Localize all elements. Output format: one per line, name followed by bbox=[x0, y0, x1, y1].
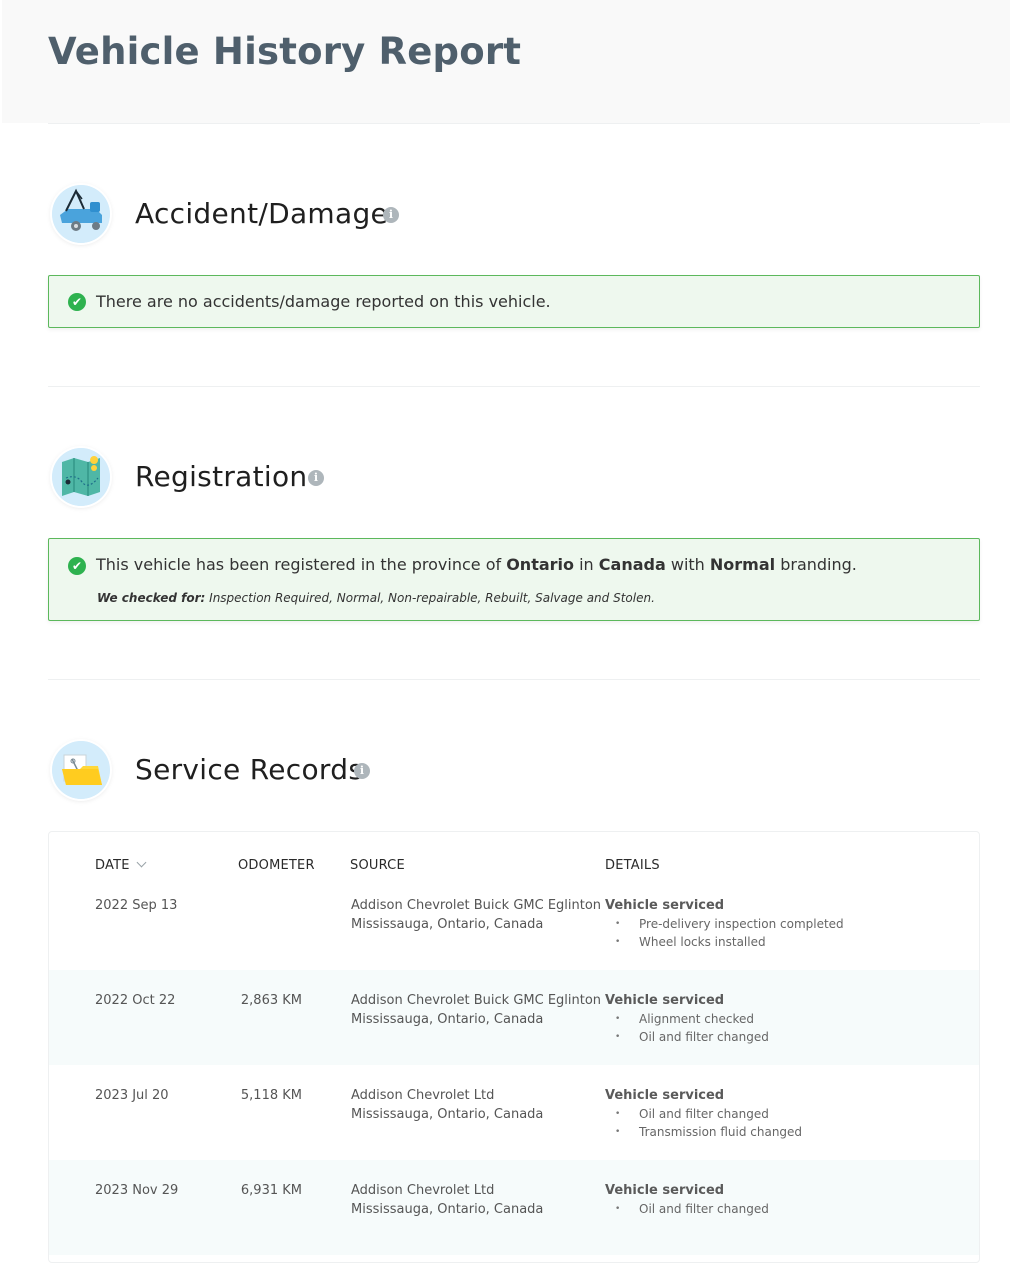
section-title-service: Service Records bbox=[135, 753, 364, 786]
registration-message: This vehicle has been registered in the … bbox=[96, 555, 857, 574]
check-circle-icon: ✔ bbox=[68, 557, 86, 575]
record-source: Addison Chevrolet Buick GMC Eglinton Mis… bbox=[351, 991, 601, 1029]
source-location: Mississauga, Ontario, Canada bbox=[351, 1012, 544, 1027]
table-row: 2022 Oct 22 2,863 KM Addison Chevrolet B… bbox=[49, 970, 979, 1065]
country: Canada bbox=[598, 555, 666, 574]
divider bbox=[48, 679, 980, 680]
accident-message: There are no accidents/damage reported o… bbox=[96, 292, 551, 311]
column-header-date[interactable]: DATE bbox=[95, 857, 147, 873]
column-header-details: DETAILS bbox=[605, 858, 660, 873]
branding: Normal bbox=[709, 555, 776, 574]
folder-icon bbox=[52, 741, 110, 799]
registration-notice: ✔ This vehicle has been registered in th… bbox=[48, 538, 980, 621]
detail-item: Alignment checked bbox=[605, 1010, 769, 1028]
details-title: Vehicle serviced bbox=[605, 993, 725, 1008]
record-details: Vehicle serviced Pre-delivery inspection… bbox=[605, 896, 844, 951]
details-title: Vehicle serviced bbox=[605, 1183, 725, 1198]
chevron-down-icon[interactable] bbox=[136, 857, 147, 868]
page-header: Vehicle History Report bbox=[2, 0, 1010, 123]
divider bbox=[48, 386, 980, 387]
record-date: 2023 Nov 29 bbox=[95, 1183, 179, 1198]
table-row: 2022 Sep 13 Addison Chevrolet Buick GMC … bbox=[49, 880, 979, 975]
record-odometer: 5,118 KM bbox=[240, 1088, 302, 1103]
source-name: Addison Chevrolet Ltd bbox=[351, 1183, 495, 1198]
details-title: Vehicle serviced bbox=[605, 898, 725, 913]
info-icon[interactable]: i bbox=[354, 763, 370, 779]
record-details: Vehicle serviced Oil and filter changed bbox=[605, 1181, 769, 1218]
divider bbox=[48, 123, 980, 124]
source-name: Addison Chevrolet Buick GMC Eglinton bbox=[351, 898, 602, 913]
tow-truck-icon bbox=[52, 185, 110, 243]
record-details: Vehicle serviced Alignment checked Oil a… bbox=[605, 991, 769, 1046]
province: Ontario bbox=[506, 555, 575, 574]
source-location: Mississauga, Ontario, Canada bbox=[351, 1202, 544, 1217]
info-icon[interactable]: i bbox=[383, 207, 399, 223]
details-title: Vehicle serviced bbox=[605, 1088, 725, 1103]
source-location: Mississauga, Ontario, Canada bbox=[351, 1107, 544, 1122]
detail-item: Oil and filter changed bbox=[605, 1028, 769, 1046]
detail-item: Oil and filter changed bbox=[605, 1105, 802, 1123]
map-icon bbox=[52, 448, 110, 506]
accident-notice: ✔ There are no accidents/damage reported… bbox=[48, 275, 980, 328]
record-date: 2022 Oct 22 bbox=[95, 993, 176, 1008]
record-odometer: 2,863 KM bbox=[240, 993, 302, 1008]
table-row: 2023 Nov 29 6,931 KM Addison Chevrolet L… bbox=[49, 1160, 979, 1255]
detail-item: Wheel locks installed bbox=[605, 933, 844, 951]
checked-for-text: We checked for: Inspection Required, Nor… bbox=[97, 591, 655, 605]
record-odometer: 6,931 KM bbox=[240, 1183, 302, 1198]
source-name: Addison Chevrolet Ltd bbox=[351, 1088, 495, 1103]
section-title-accident: Accident/Damage bbox=[135, 197, 389, 230]
check-circle-icon: ✔ bbox=[68, 293, 86, 311]
record-details: Vehicle serviced Oil and filter changed … bbox=[605, 1086, 802, 1141]
record-date: 2022 Sep 13 bbox=[95, 898, 178, 913]
service-records-table: DATE ODOMETER SOURCE DETAILS 2022 Sep 13… bbox=[48, 831, 980, 1263]
column-header-source: SOURCE bbox=[350, 858, 405, 873]
column-header-odometer: ODOMETER bbox=[238, 858, 315, 873]
record-date: 2023 Jul 20 bbox=[95, 1088, 169, 1103]
detail-item: Transmission fluid changed bbox=[605, 1123, 802, 1141]
record-source: Addison Chevrolet Ltd Mississauga, Ontar… bbox=[351, 1181, 543, 1219]
table-row: 2023 Jul 20 5,118 KM Addison Chevrolet L… bbox=[49, 1065, 979, 1160]
section-title-registration: Registration bbox=[135, 460, 308, 493]
source-name: Addison Chevrolet Buick GMC Eglinton bbox=[351, 993, 602, 1008]
info-icon[interactable]: i bbox=[308, 470, 324, 486]
source-location: Mississauga, Ontario, Canada bbox=[351, 917, 544, 932]
record-source: Addison Chevrolet Ltd Mississauga, Ontar… bbox=[351, 1086, 543, 1124]
record-source: Addison Chevrolet Buick GMC Eglinton Mis… bbox=[351, 896, 601, 934]
page-title: Vehicle History Report bbox=[48, 30, 522, 73]
detail-item: Pre-delivery inspection completed bbox=[605, 915, 844, 933]
detail-item: Oil and filter changed bbox=[605, 1200, 769, 1218]
